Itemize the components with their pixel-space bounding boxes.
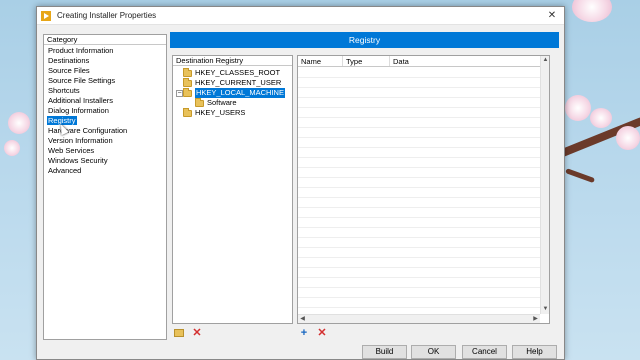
category-item-source-files[interactable]: Source Files (47, 66, 166, 76)
tree-node-hkey-users[interactable]: HKEY_USERS (183, 107, 245, 118)
category-item-product-information[interactable]: Product Information (47, 46, 166, 56)
values-table-body (298, 68, 540, 314)
vertical-scrollbar[interactable]: ▲ ▼ (540, 56, 549, 314)
category-item-additional-installers[interactable]: Additional Installers (47, 96, 166, 106)
category-list-panel: Category Product Information Destination… (43, 34, 167, 340)
build-button[interactable]: Build (362, 345, 407, 359)
category-header: Category (44, 35, 166, 45)
horizontal-scrollbar[interactable]: ◀ ▶ (298, 314, 540, 323)
column-header-type[interactable]: Type (343, 56, 390, 66)
category-item-source-file-settings[interactable]: Source File Settings (47, 76, 166, 86)
scroll-up-icon[interactable]: ▲ (541, 56, 550, 65)
tree-header: Destination Registry (173, 56, 292, 66)
folder-icon (183, 77, 192, 87)
category-item-dialog-information[interactable]: Dialog Information (47, 106, 166, 116)
blossom (565, 95, 591, 121)
values-table-header: Name Type Data (298, 56, 549, 67)
add-value-button[interactable]: + (298, 327, 310, 339)
tree-node-software[interactable]: Software (195, 97, 237, 108)
scroll-right-icon[interactable]: ▶ (531, 315, 540, 324)
ok-button[interactable]: OK (411, 345, 456, 359)
page-title-banner: Registry (170, 32, 559, 48)
tree-node-hkey-classes-root[interactable]: HKEY_CLASSES_ROOT (183, 67, 280, 78)
category-list: Product Information Destinations Source … (44, 45, 166, 176)
category-item-advanced[interactable]: Advanced (47, 166, 166, 176)
title-bar[interactable]: Creating Installer Properties ✕ (37, 7, 564, 25)
tree-branch (565, 168, 596, 184)
tree-node-hkey-current-user[interactable]: HKEY_CURRENT_USER (183, 77, 281, 88)
folder-icon (183, 107, 192, 117)
window-title: Creating Installer Properties (57, 11, 157, 20)
installer-properties-dialog: Creating Installer Properties ✕ Category… (36, 6, 565, 360)
blossom (572, 0, 612, 22)
close-button[interactable]: ✕ (540, 7, 564, 25)
tree-node-hkey-local-machine[interactable]: HKEY_LOCAL_MACHINE (183, 87, 285, 98)
scroll-left-icon[interactable]: ◀ (298, 315, 307, 324)
delete-value-button[interactable]: ✕ (316, 327, 328, 339)
blossom (590, 108, 612, 128)
destination-registry-tree[interactable]: Destination Registry HKEY_CLASSES_ROOT H… (172, 55, 293, 324)
category-item-destinations[interactable]: Destinations (47, 56, 166, 66)
folder-icon (183, 87, 192, 97)
new-key-button[interactable] (173, 327, 185, 339)
column-header-data[interactable]: Data (390, 56, 549, 66)
blossom (616, 126, 640, 150)
collapse-icon[interactable]: − (176, 90, 183, 97)
folder-icon (195, 97, 204, 107)
blossom (4, 140, 20, 156)
category-item-web-services[interactable]: Web Services (47, 146, 166, 156)
category-item-version-information[interactable]: Version Information (47, 136, 166, 146)
category-item-windows-security[interactable]: Windows Security (47, 156, 166, 166)
delete-key-button[interactable]: ✕ (191, 327, 203, 339)
blossom (8, 112, 30, 134)
category-item-shortcuts[interactable]: Shortcuts (47, 86, 166, 96)
folder-icon (183, 67, 192, 77)
folder-plus-icon (174, 329, 184, 337)
registry-values-table[interactable]: Name Type Data ▲ ▼ ◀ ▶ (297, 55, 550, 324)
labview-app-icon (41, 10, 51, 21)
column-header-name[interactable]: Name (298, 56, 343, 66)
scroll-down-icon[interactable]: ▼ (541, 305, 550, 314)
cancel-button[interactable]: Cancel (462, 345, 507, 359)
help-button[interactable]: Help (512, 345, 557, 359)
